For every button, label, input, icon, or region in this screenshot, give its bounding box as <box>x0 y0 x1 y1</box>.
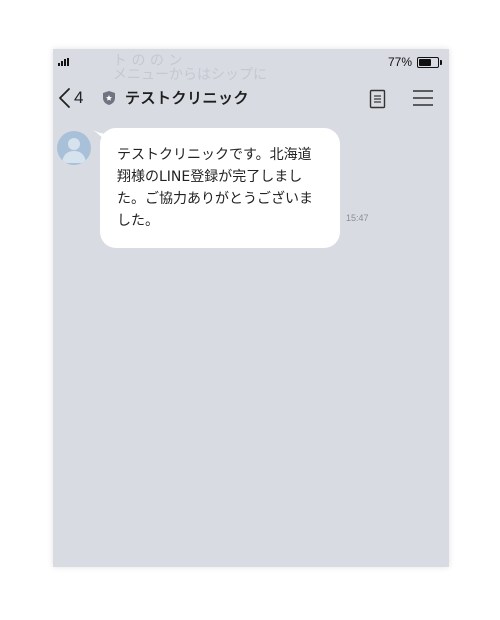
battery-level-fill <box>419 59 431 66</box>
document-icon[interactable] <box>369 89 386 109</box>
battery-icon <box>417 57 442 68</box>
message-time: 15:47 <box>346 213 369 223</box>
avatar-silhouette <box>62 138 86 163</box>
back-button[interactable]: 4 <box>57 85 83 111</box>
status-bar: 77% <box>53 49 449 75</box>
default-avatar-icon[interactable] <box>57 131 91 165</box>
unread-count: 4 <box>74 88 84 107</box>
shield-icon <box>103 91 115 105</box>
battery-tip <box>440 60 442 65</box>
message-bubble[interactable]: テストクリニックです。北海道翔様のLINE登録が完了しました。ご協力ありがとうご… <box>93 128 340 248</box>
chat-title: テストクリニック <box>125 89 250 107</box>
bubble-tail <box>93 130 109 144</box>
chat-header: 4 テストクリニック <box>53 79 449 117</box>
chat-screen: ト の の ン メニューからはシップに 77% 4 テストクリニック テストクリ… <box>53 49 449 567</box>
message-text: テストクリニックです。北海道翔様のLINE登録が完了しました。ご協力ありがとうご… <box>117 147 313 229</box>
hamburger-menu-icon[interactable] <box>412 89 434 107</box>
cellular-signal-icon <box>58 58 72 66</box>
chevron-left-icon <box>59 88 70 108</box>
battery-percentage: 77% <box>387 55 412 69</box>
